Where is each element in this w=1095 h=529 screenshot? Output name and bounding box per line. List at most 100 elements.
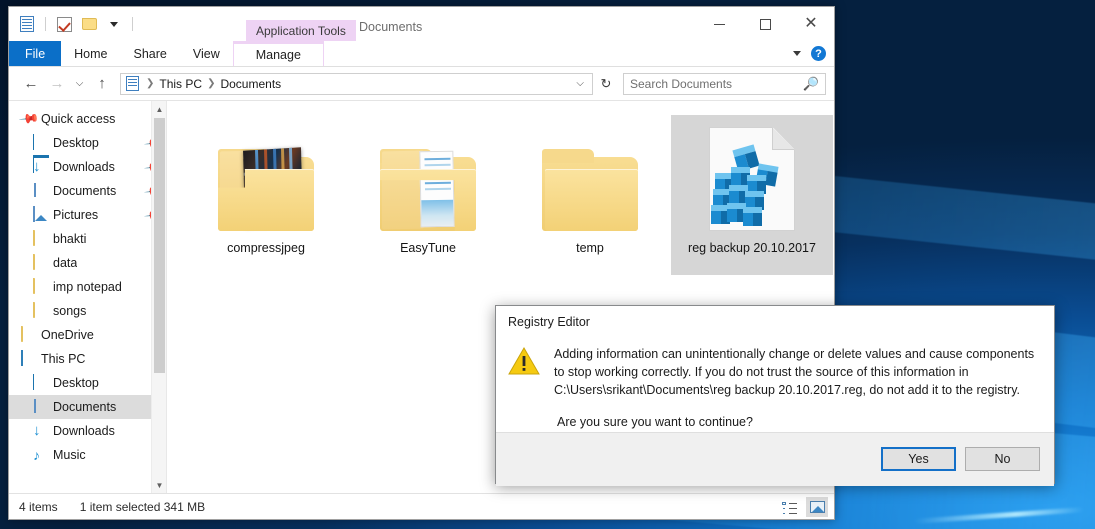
- close-icon: ✕: [804, 15, 818, 32]
- search-icon[interactable]: 🔍: [803, 76, 819, 92]
- navigation-list: 📌 Quick access Desktop 📌 ↓ Downloads 📌 D…: [9, 101, 166, 467]
- maximize-icon: [759, 18, 771, 30]
- sidebar-item-pc-desktop[interactable]: Desktop: [9, 371, 166, 413]
- sidebar-item-label: data: [53, 256, 78, 270]
- list-item[interactable]: compressjpeg: [185, 115, 347, 275]
- up-button[interactable]: ↑: [90, 72, 114, 96]
- registry-editor-dialog: Registry Editor Adding information can u…: [495, 305, 1055, 486]
- file-name: temp: [576, 241, 604, 255]
- yes-button[interactable]: Yes: [881, 447, 956, 471]
- scroll-up-icon[interactable]: ▲: [152, 101, 166, 117]
- minimize-icon: [713, 23, 725, 25]
- breadcrumb-dropdown-icon[interactable]: ⌵: [572, 78, 588, 89]
- sidebar-item-documents[interactable]: Documents 📌: [9, 179, 166, 203]
- dialog-text: Adding information can unintentionally c…: [554, 345, 1038, 432]
- breadcrumb-item-documents[interactable]: Documents: [220, 77, 281, 91]
- file-name: EasyTune: [400, 241, 456, 255]
- sidebar-item-data[interactable]: data: [9, 251, 166, 275]
- details-view-button[interactable]: [778, 497, 800, 517]
- sidebar-item-this-pc[interactable]: This PC: [9, 347, 166, 371]
- dialog-button-row: Yes No: [496, 431, 1054, 486]
- quick-access-toolbar: [9, 7, 137, 41]
- warning-icon: [508, 345, 542, 432]
- sidebar-item-quick-access[interactable]: 📌 Quick access: [9, 107, 166, 131]
- scroll-down-icon[interactable]: ▼: [152, 477, 166, 493]
- pc-icon: [21, 350, 37, 367]
- help-icon[interactable]: ?: [811, 46, 826, 61]
- no-button[interactable]: No: [965, 447, 1040, 471]
- pin-icon: 📌: [18, 107, 41, 130]
- contextual-tab-application-tools[interactable]: Application Tools: [246, 20, 356, 41]
- navigation-pane-scrollbar[interactable]: ▲ ▼: [151, 101, 166, 493]
- breadcrumb[interactable]: ❯ This PC ❯ Documents ⌵: [120, 72, 593, 95]
- scrollbar-thumb[interactable]: [154, 118, 165, 373]
- status-bar: 4 items 1 item selected 341 MB: [9, 493, 834, 519]
- download-icon: ↓: [33, 158, 41, 175]
- pictures-icon: [33, 206, 49, 223]
- minimize-button[interactable]: [696, 7, 742, 41]
- registry-file-icon: [709, 121, 795, 231]
- folder-icon: [542, 121, 638, 231]
- sidebar-item-label: Downloads: [53, 160, 115, 174]
- tab-share[interactable]: Share: [121, 41, 180, 66]
- details-view-icon: [781, 501, 797, 513]
- search-input[interactable]: [630, 76, 803, 91]
- list-item[interactable]: EasyTune: [347, 115, 509, 275]
- sidebar-item-pc-downloads[interactable]: ↓ Downloads: [9, 419, 166, 443]
- window-title: Documents: [359, 20, 423, 34]
- customize-quick-access-button[interactable]: [103, 13, 125, 35]
- document-icon: [33, 183, 49, 199]
- close-button[interactable]: ✕: [788, 7, 834, 41]
- onedrive-icon: [21, 326, 37, 343]
- list-item[interactable]: reg backup 20.10.2017: [671, 115, 833, 275]
- sidebar-item-onedrive[interactable]: OneDrive: [9, 323, 166, 347]
- desktop-icon: [33, 134, 49, 173]
- music-icon: ♪: [33, 447, 40, 463]
- large-icons-view-button[interactable]: [806, 496, 828, 517]
- chevron-down-icon: [110, 21, 118, 27]
- list-item[interactable]: temp: [509, 115, 671, 275]
- maximize-button[interactable]: [742, 7, 788, 41]
- dialog-body: Adding information can unintentionally c…: [496, 329, 1054, 432]
- breadcrumb-documents-icon: [126, 76, 139, 91]
- folder-with-papers-icon: [380, 121, 476, 231]
- navigation-pane: 📌 Quick access Desktop 📌 ↓ Downloads 📌 D…: [9, 101, 167, 493]
- recent-locations-button[interactable]: ⌵: [71, 72, 88, 96]
- folder-icon: [33, 254, 49, 271]
- search-box[interactable]: 🔍: [623, 72, 826, 95]
- sidebar-item-pc-music[interactable]: ♪ Music: [9, 443, 166, 467]
- sidebar-item-songs[interactable]: songs: [9, 299, 166, 323]
- sidebar-item-label: Music: [53, 448, 86, 462]
- forward-button[interactable]: →: [45, 72, 69, 96]
- sidebar-item-imp-notepad[interactable]: imp notepad: [9, 275, 166, 299]
- sidebar-item-desktop[interactable]: Desktop 📌: [9, 131, 166, 173]
- expand-ribbon-icon[interactable]: [793, 51, 801, 56]
- dialog-message: Adding information can unintentionally c…: [554, 347, 1035, 398]
- sidebar-item-label: This PC: [41, 352, 86, 366]
- sidebar-item-downloads[interactable]: ↓ Downloads 📌: [9, 155, 166, 179]
- sidebar-item-label: bhakti: [53, 232, 87, 246]
- folder-icon: [33, 230, 49, 247]
- explorer-app-icon[interactable]: [16, 13, 38, 35]
- refresh-button[interactable]: ↻: [595, 73, 617, 95]
- ribbon-tab-bar: File Home Share View Manage ?: [9, 41, 834, 67]
- folder-icon: [33, 302, 49, 319]
- breadcrumb-item-this-pc[interactable]: This PC: [159, 77, 202, 91]
- back-button[interactable]: ←: [19, 72, 43, 96]
- large-icons-view-icon: [809, 500, 825, 513]
- toolbar-divider: [45, 17, 46, 31]
- item-count-label: 4 items: [19, 499, 58, 514]
- view-mode-buttons: [778, 496, 828, 517]
- tab-view[interactable]: View: [180, 41, 233, 66]
- tab-manage[interactable]: Manage: [232, 41, 324, 66]
- sidebar-item-label: songs: [53, 304, 87, 318]
- address-bar: ← → ⌵ ↑ ❯ This PC ❯ Documents ⌵ ↻ 🔍: [9, 67, 834, 100]
- new-folder-button[interactable]: [78, 13, 100, 35]
- sidebar-item-pictures[interactable]: Pictures 📌: [9, 203, 166, 227]
- sidebar-item-label: imp notepad: [53, 280, 122, 294]
- properties-button[interactable]: [53, 13, 75, 35]
- sidebar-item-bhakti[interactable]: bhakti: [9, 227, 166, 251]
- tab-home[interactable]: Home: [61, 41, 120, 66]
- tab-file[interactable]: File: [9, 41, 62, 66]
- sidebar-item-pc-documents[interactable]: Documents: [9, 395, 166, 419]
